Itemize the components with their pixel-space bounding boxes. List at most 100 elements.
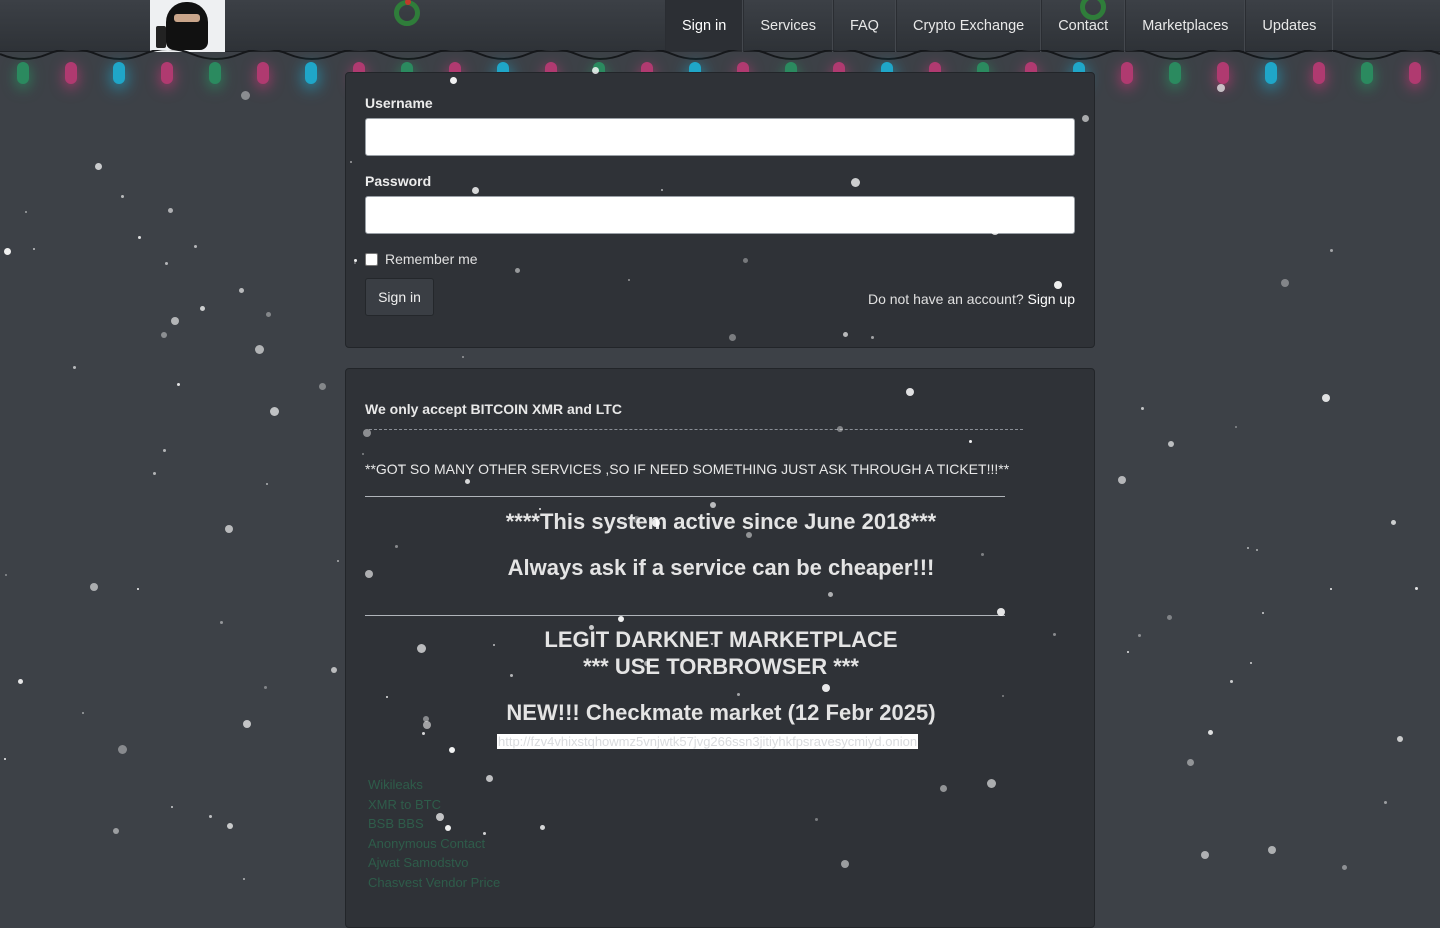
link-item[interactable]: Wikileaks (368, 775, 500, 795)
light-bulb-icon (1121, 62, 1133, 84)
snowflake-icon (209, 815, 212, 818)
snowflake-icon (1201, 851, 1209, 859)
light-bulb-icon (209, 62, 221, 84)
snowflake-icon (171, 317, 179, 325)
site-logo[interactable] (150, 0, 225, 52)
light-bulb-icon (65, 62, 77, 84)
snowflake-icon (1230, 680, 1233, 683)
onion-url[interactable]: http://fzv4vhixstqhowmz5vnjwtk57jvg266ss… (497, 734, 919, 749)
light-bulb-icon (1217, 62, 1229, 84)
snowflake-icon (82, 712, 84, 714)
dashed-divider (369, 429, 1023, 430)
link-list: Wikileaks XMR to BTC BSB BBS Anonymous C… (368, 775, 500, 892)
snowflake-icon (95, 163, 102, 170)
snowflake-icon (1342, 865, 1347, 870)
signin-button[interactable]: Sign in (365, 278, 434, 316)
main-nav: Sign in Services FAQ Crypto Exchange Con… (665, 0, 1334, 52)
link-item[interactable]: BSB BBS (368, 814, 500, 834)
snowflake-icon (1168, 441, 1174, 447)
snowflake-icon (113, 828, 119, 834)
snowflake-icon (1208, 730, 1213, 735)
snowflake-icon (25, 211, 27, 213)
snowflake-icon (1127, 651, 1129, 653)
snowflake-icon (4, 758, 6, 760)
snowflake-icon (165, 262, 168, 265)
snowflake-icon (1138, 634, 1141, 637)
cheaper-note: Always ask if a service can be cheaper!!… (507, 555, 935, 580)
snowflake-icon (1330, 588, 1332, 590)
light-bulb-icon (17, 62, 29, 84)
signup-prompt: Do not have an account? Sign up (868, 291, 1075, 307)
link-item[interactable]: Chasvest Vendor Price (368, 873, 500, 893)
snowflake-icon (220, 621, 223, 624)
light-bulb-icon (161, 62, 173, 84)
snowflake-icon (138, 236, 141, 239)
snowflake-icon (1256, 549, 1258, 551)
snowflake-icon (243, 720, 251, 728)
remember-label: Remember me (385, 251, 478, 267)
snowflake-icon (243, 878, 245, 880)
snowflake-icon (1167, 615, 1172, 620)
wreath-icon (394, 0, 420, 26)
snowflake-icon (118, 745, 127, 754)
remember-me[interactable]: Remember me (365, 251, 478, 267)
snowflake-icon (1391, 520, 1396, 525)
nav-services[interactable]: Services (743, 0, 833, 52)
other-services-note: **GOT SO MANY OTHER SERVICES ,SO IF NEED… (365, 461, 1010, 477)
snowflake-icon (161, 332, 167, 338)
username-label: Username (365, 95, 433, 111)
snowflake-icon (331, 667, 337, 673)
snowflake-icon (264, 686, 267, 689)
snowflake-icon (73, 366, 76, 369)
snowflake-icon (239, 288, 244, 293)
light-bulb-icon (1313, 62, 1325, 84)
masked-figure-icon (166, 2, 208, 50)
password-input[interactable] (365, 196, 1075, 234)
top-navbar: Sign in Services FAQ Crypto Exchange Con… (0, 0, 1440, 52)
snowflake-icon (163, 449, 166, 452)
snowflake-icon (177, 383, 180, 386)
snowflake-icon (18, 679, 23, 684)
link-item[interactable]: XMR to BTC (368, 795, 500, 815)
nav-contact[interactable]: Contact (1041, 0, 1126, 52)
light-bulb-icon (1265, 62, 1277, 84)
snowflake-icon (153, 472, 156, 475)
light-bulb-icon (1169, 62, 1181, 84)
snowflake-icon (1268, 846, 1276, 854)
snowflake-icon (270, 407, 279, 416)
login-panel: Username Password Remember me Sign in Do… (345, 72, 1095, 348)
nav-crypto-exchange[interactable]: Crypto Exchange (895, 0, 1042, 52)
remember-checkbox[interactable] (365, 252, 378, 266)
snowflake-icon (90, 583, 98, 591)
snowflake-icon (319, 383, 326, 390)
nav-marketplaces[interactable]: Marketplaces (1125, 0, 1246, 52)
light-bulb-icon (113, 62, 125, 84)
mask-eyes (174, 14, 200, 22)
info-panel: We only accept BITCOIN XMR and LTC **GOT… (345, 368, 1095, 928)
snowflake-icon (1187, 759, 1194, 766)
legit-heading: LEGIT DARKNET MARKETPLACE (544, 627, 898, 652)
snowflake-icon (266, 483, 268, 485)
snowflake-icon (4, 248, 11, 255)
snowflake-icon (171, 806, 173, 808)
nav-signin[interactable]: Sign in (665, 0, 744, 52)
link-item[interactable]: Ajwat Samodstvo (368, 853, 500, 873)
username-input[interactable] (365, 118, 1075, 156)
torbrowser-heading: *** USE TORBROWSER *** (583, 654, 859, 679)
snowflake-icon (1141, 407, 1144, 410)
signup-link[interactable]: Sign up (1028, 291, 1075, 307)
nav-faq[interactable]: FAQ (832, 0, 896, 52)
snowflake-icon (337, 560, 339, 562)
snowflake-icon (121, 195, 124, 198)
gun-icon (156, 26, 166, 48)
snowflake-icon (194, 245, 197, 248)
snowflake-icon (241, 91, 250, 100)
link-item[interactable]: Anonymous Contact (368, 834, 500, 854)
snowflake-icon (1322, 394, 1330, 402)
password-label: Password (365, 173, 432, 189)
nav-updates[interactable]: Updates (1245, 0, 1334, 52)
divider (365, 615, 1005, 616)
snowflake-icon (1262, 612, 1264, 614)
light-bulb-icon (1361, 62, 1373, 84)
snowflake-icon (1118, 476, 1126, 484)
